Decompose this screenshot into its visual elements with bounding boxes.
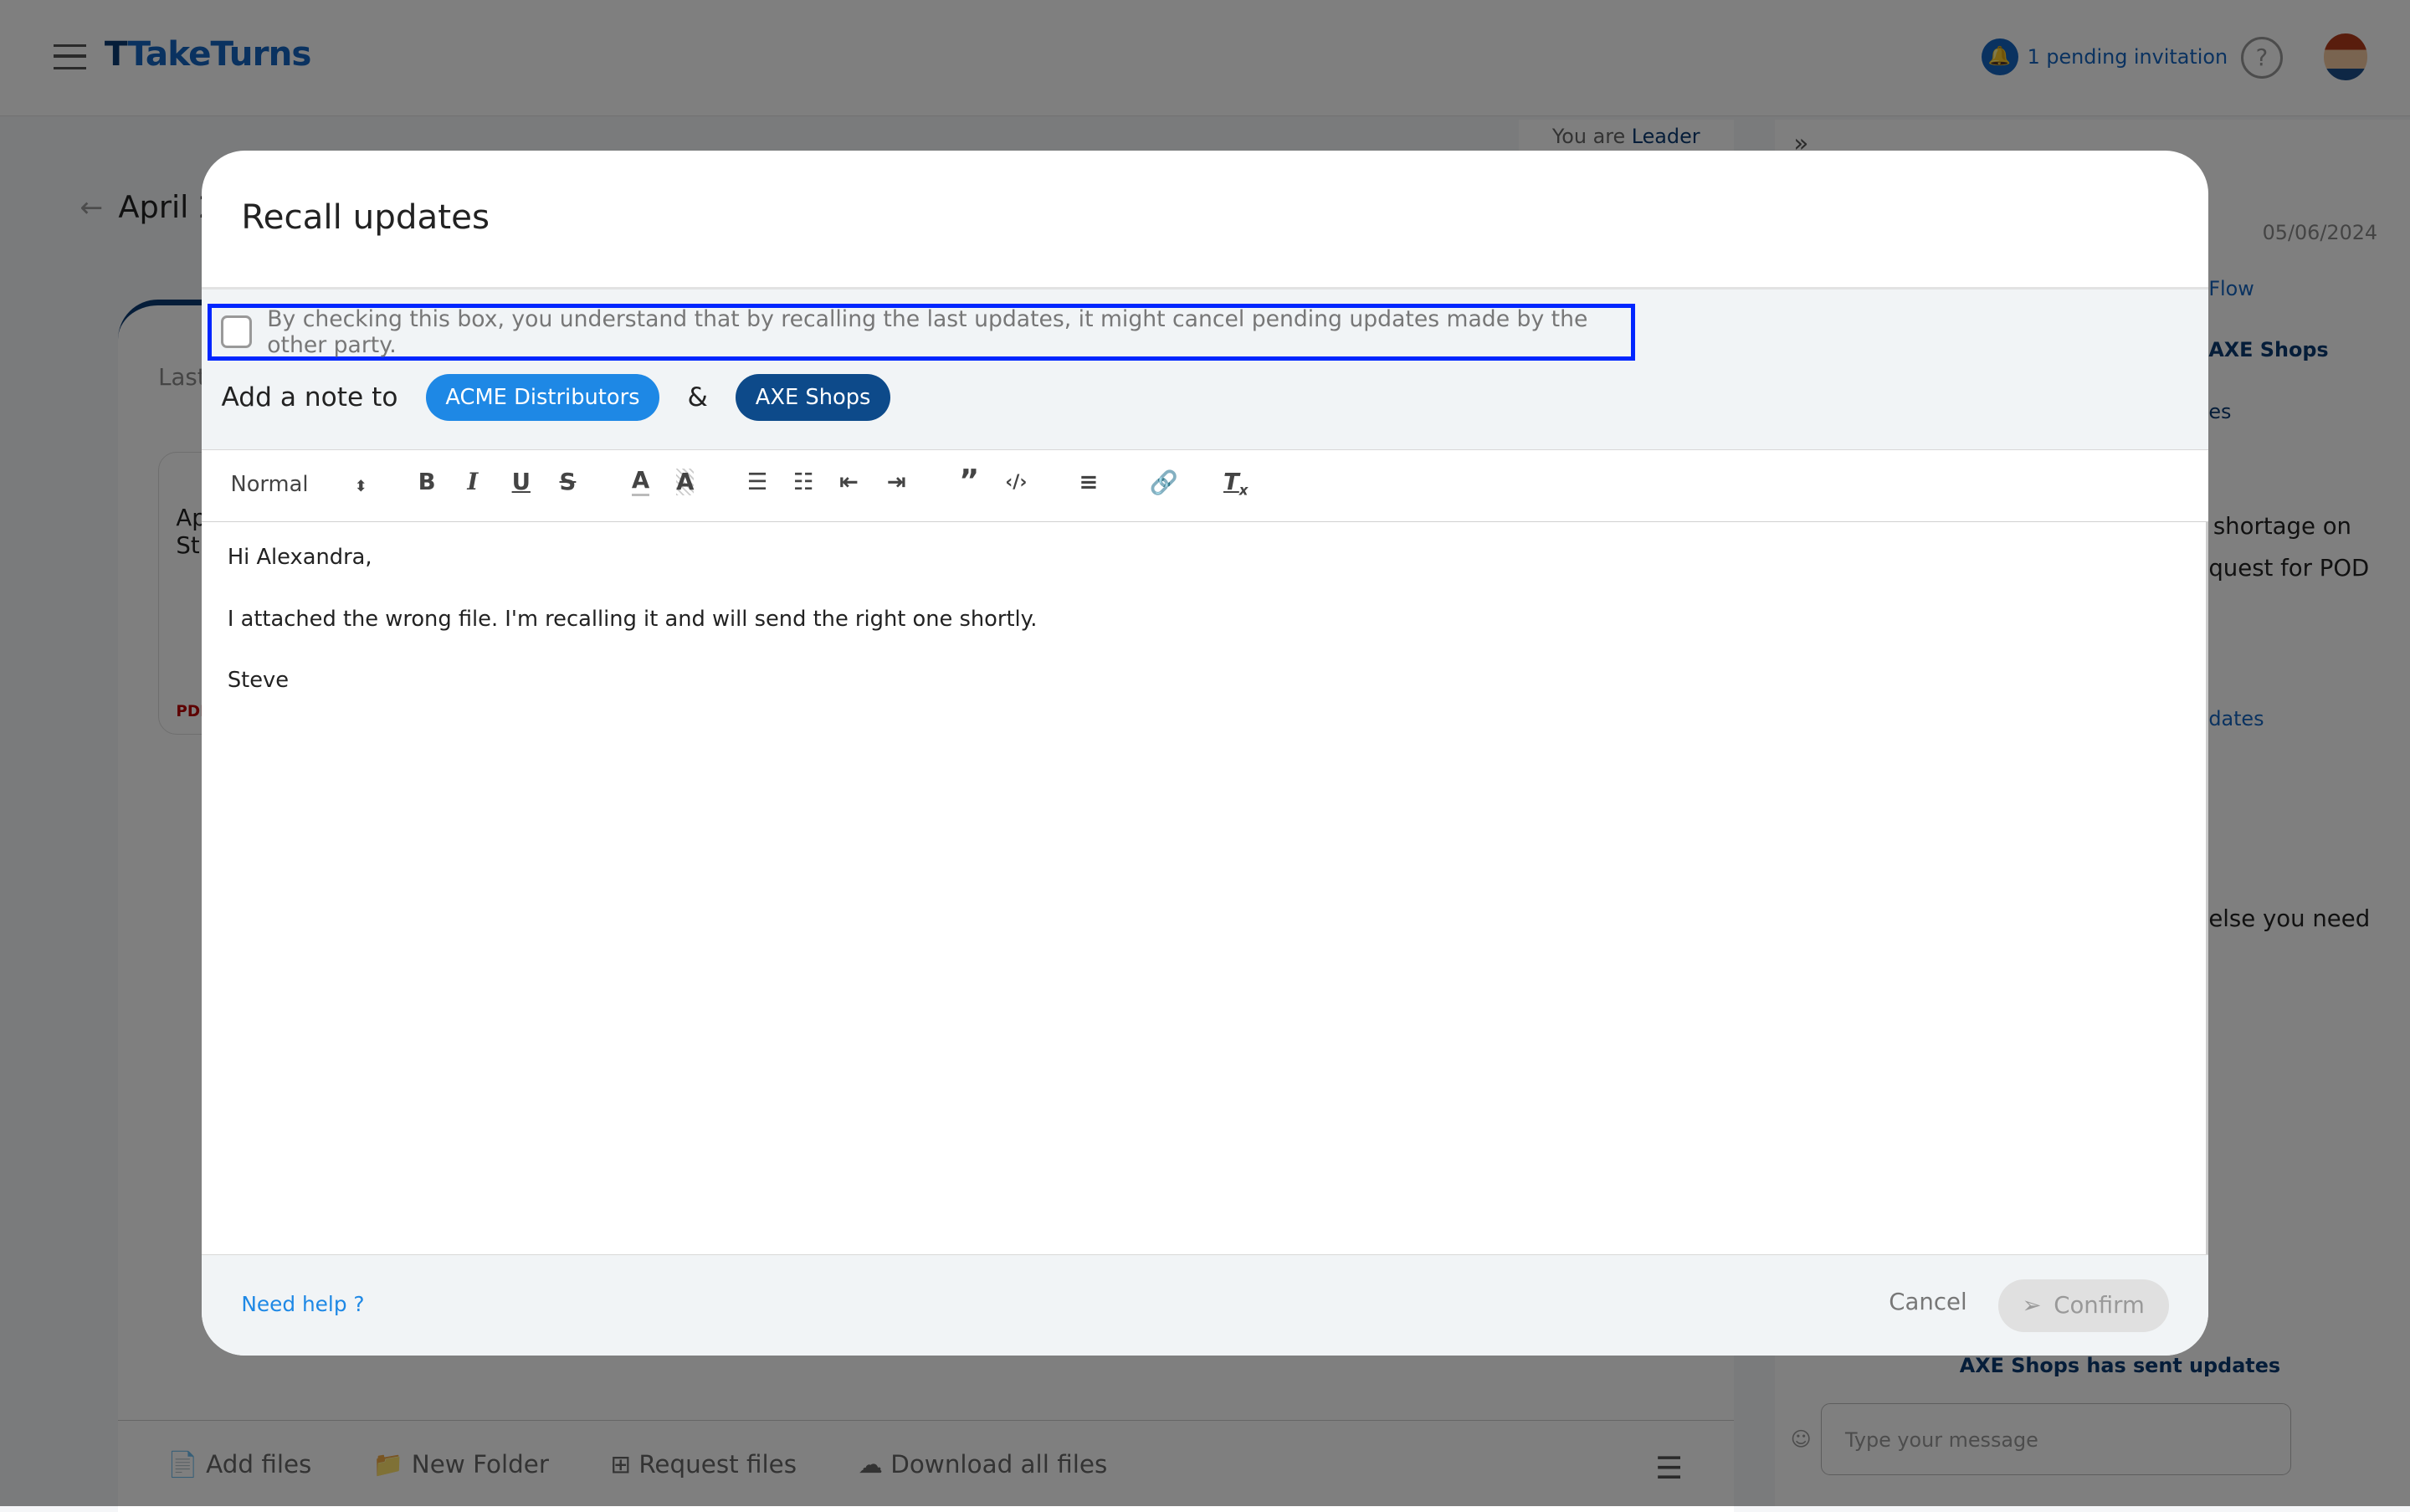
align-icon[interactable]: ≡ — [1079, 469, 1098, 495]
confirm-button[interactable]: ➢ Confirm — [1997, 1279, 2169, 1332]
recipient-chip-axe[interactable]: AXE Shops — [735, 374, 891, 422]
consent-checkbox-row[interactable]: By checking this box, you understand tha… — [207, 303, 1636, 361]
clear-format-icon[interactable]: Tx — [1223, 469, 1248, 499]
outdent-icon[interactable]: ⇤ — [839, 469, 859, 495]
background-color-icon[interactable]: A — [676, 469, 695, 496]
consent-checkbox[interactable] — [220, 315, 252, 349]
blockquote-icon[interactable]: ” — [959, 463, 979, 499]
send-icon: ➢ — [2022, 1292, 2042, 1320]
italic-icon[interactable]: I — [467, 469, 478, 495]
need-help-link[interactable]: Need help ? — [241, 1292, 364, 1316]
indent-icon[interactable]: ⇥ — [887, 469, 906, 495]
consent-text: By checking this box, you understand tha… — [267, 305, 1588, 358]
bold-icon[interactable]: B — [418, 469, 436, 495]
code-icon[interactable]: ‹/› — [1005, 472, 1027, 493]
text-color-icon[interactable]: A — [631, 469, 650, 496]
bullet-list-icon[interactable]: ☰ — [747, 469, 768, 495]
note-recipients: Add a note to ACME Distributors & AXE Sh… — [221, 374, 891, 422]
consent-section: By checking this box, you understand tha… — [201, 287, 2209, 451]
format-select[interactable]: Normal ⬍ — [230, 472, 367, 497]
recall-updates-dialog: Recall updates By checking this box, you… — [201, 150, 2209, 1356]
editor-scrollbar[interactable] — [2205, 522, 2209, 1254]
dialog-footer: Need help ? Cancel ➢ Confirm — [201, 1253, 2209, 1356]
strikethrough-icon[interactable]: S — [560, 469, 577, 495]
underline-icon[interactable]: U — [512, 469, 531, 495]
editor-toolbar: Normal ⬍ B I U S A A ☰ ☷ ⇤ ⇥ ” ‹/› ≡ 🔗 Tx — [201, 447, 2209, 522]
link-icon[interactable]: 🔗 — [1150, 469, 1178, 496]
note-editor[interactable]: Hi Alexandra, I attached the wrong file.… — [228, 542, 1038, 726]
recipient-chip-acme[interactable]: ACME Distributors — [425, 374, 660, 422]
ordered-list-icon[interactable]: ☷ — [793, 469, 814, 495]
cancel-button[interactable]: Cancel — [1889, 1289, 1966, 1315]
dialog-title: Recall updates — [241, 197, 490, 238]
